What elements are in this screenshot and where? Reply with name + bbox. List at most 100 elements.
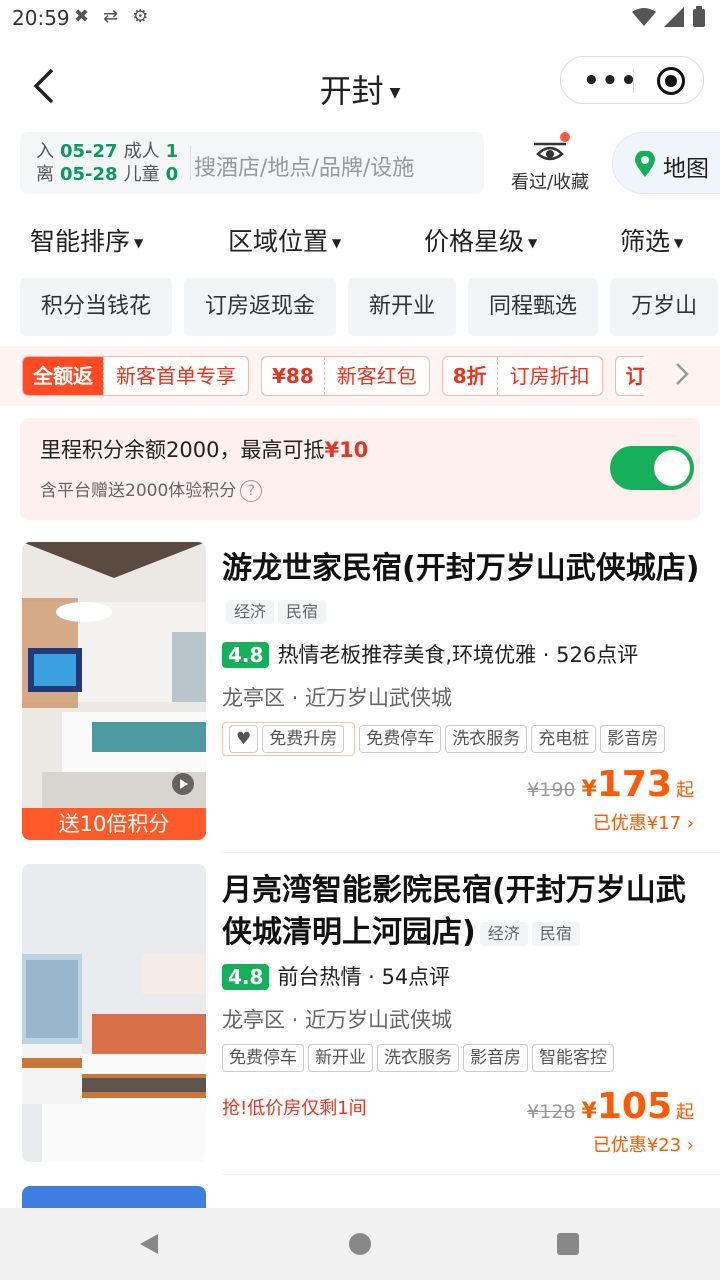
points-sub: 含平台赠送2000体验积分 xyxy=(40,481,237,501)
promo-strip: 全额返 新客首单专享 ¥88 新客红包 8折 订房折扣订 xyxy=(0,346,720,406)
caret-down-icon: ▼ xyxy=(389,85,401,101)
recents-nav-icon[interactable] xyxy=(556,1232,580,1256)
caret-down-icon: ▼ xyxy=(674,236,684,250)
city-name: 开封 xyxy=(319,72,384,110)
hotel-location: 龙亭区 · 近万岁山武侠城 xyxy=(222,686,453,710)
date-guest-selector[interactable]: 入 05-27 成人 1 离 05-28 儿童 0 xyxy=(36,140,184,186)
sort-area[interactable]: 区域位置 ▼ xyxy=(228,222,341,258)
room-photo xyxy=(22,864,206,1162)
tag-economy: 经济 xyxy=(226,599,275,624)
map-button[interactable]: 地图 xyxy=(612,132,720,194)
original-price: ¥190 xyxy=(527,779,576,801)
more-icon[interactable]: ••• xyxy=(583,66,639,96)
hotel-card[interactable]: 月亮湾智能影院民宿(开封万岁山武侠城清明上河园店) 经济 民宿 4.8 前台热情 · … xyxy=(0,864,720,1175)
facility-tag: 充电桩 xyxy=(531,725,597,753)
hotel-name: 月亮湾智能影院民宿(开封万岁山武侠城清明上河园店) xyxy=(222,873,686,950)
next-hotel-photo[interactable] xyxy=(22,1186,206,1208)
saved-amount: 已优惠¥23 › xyxy=(592,1135,694,1156)
promo-red-packet[interactable]: ¥88 新客红包 xyxy=(261,356,430,396)
promo-more[interactable]: 订 xyxy=(614,356,644,396)
current-price: 105 xyxy=(596,1086,672,1127)
caret-down-icon: ▼ xyxy=(528,236,538,250)
tag-economy: 经济 xyxy=(479,921,528,946)
rating-score: 4.8 xyxy=(222,642,270,668)
sort-price-star[interactable]: 价格星级 ▼ xyxy=(424,222,537,258)
price-block: ¥190 ¥173 起 已优惠¥17 › xyxy=(527,764,694,834)
facility-tag: 新开业 xyxy=(308,1044,373,1072)
signal-icon xyxy=(664,7,684,27)
adults-count: 1 xyxy=(165,141,179,162)
hotel-card[interactable]: 送10倍积分 游龙世家民宿(开封万岁山武侠城店) 经济 民宿 4.8 热情老板推荐美食… xyxy=(0,542,720,853)
facility-tag: 影音房 xyxy=(463,1044,528,1072)
search-box[interactable]: 入 05-27 成人 1 离 05-28 儿童 0 搜酒店/地点/品牌/设施 xyxy=(20,132,484,194)
sort-bar: 智能排序 ▼ 区域位置 ▼ 价格星级 ▼ 筛选 ▼ xyxy=(0,218,720,264)
caret-down-icon: ▼ xyxy=(134,236,144,250)
points-toggle[interactable] xyxy=(610,446,694,490)
saved-amount: 已优惠¥17 › xyxy=(592,813,694,834)
facility-tag: 洗衣服务 xyxy=(445,725,528,753)
original-price: ¥128 xyxy=(527,1101,576,1123)
hotel-name: 游龙世家民宿(开封万岁山武侠城店) xyxy=(222,551,700,586)
facility-tag: 免费停车 xyxy=(222,1044,304,1072)
data-icon: ⇄ xyxy=(103,6,119,27)
points-text: 里程积分余额2000，最高可抵 xyxy=(40,438,325,462)
facility-tag: 影音房 xyxy=(600,725,666,753)
review-summary: 热情老板推荐美食,环境优雅 · 526点评 xyxy=(277,643,639,667)
current-price: 173 xyxy=(596,764,672,805)
location-pin-icon xyxy=(635,151,655,177)
facility-tag: 洗衣服务 xyxy=(377,1044,459,1072)
status-time: 20:59 xyxy=(12,6,70,30)
hotel-photo[interactable] xyxy=(22,864,206,1162)
room-photo xyxy=(22,542,206,840)
battery-icon xyxy=(693,6,705,27)
seen-favorites-button[interactable]: 看过/收藏 xyxy=(500,132,600,194)
points-card: 里程积分余额2000，最高可抵¥10 含平台赠送2000体验积分? xyxy=(20,418,700,520)
promo-discount[interactable]: 8折 订房折扣 xyxy=(441,356,603,396)
points-amount: ¥10 xyxy=(324,438,369,462)
home-nav-icon[interactable] xyxy=(348,1232,372,1256)
tag-homestay: 民宿 xyxy=(531,921,580,946)
wifi-icon xyxy=(632,8,656,26)
checkout-date: 05-28 xyxy=(60,164,118,185)
back-nav-icon[interactable] xyxy=(138,1232,160,1256)
close-target-icon[interactable] xyxy=(657,67,685,95)
help-icon[interactable]: ? xyxy=(240,480,263,502)
chip-points[interactable]: 积分当钱花 xyxy=(20,278,173,336)
status-bar: 20:59 ✖ ⇄ ⚙ xyxy=(0,0,720,38)
quick-filter-chips: 积分当钱花 订房返现金 新开业 同程甄选 万岁山 xyxy=(20,278,720,336)
tools-icon: ✖ xyxy=(74,6,90,27)
rating-score: 4.8 xyxy=(222,964,270,990)
notification-dot xyxy=(560,132,570,142)
checkin-date: 05-27 xyxy=(60,141,118,162)
hotel-location: 龙亭区 · 近万岁山武侠城 xyxy=(222,1008,453,1032)
chip-new[interactable]: 新开业 xyxy=(348,278,457,336)
system-nav-bar xyxy=(0,1208,720,1280)
chevron-right-icon: › xyxy=(681,1135,694,1156)
review-summary: 前台热情 · 54点评 xyxy=(277,965,451,989)
photo-badge: 送10倍积分 xyxy=(22,808,206,840)
price-block: ¥128 ¥105 起 已优惠¥23 › xyxy=(527,1086,694,1156)
facility-tags: ♥ 免费升房 免费停车 洗衣服务 充电桩 影音房 xyxy=(222,722,700,756)
top-nav: 开封 ▼ ••• xyxy=(0,48,720,128)
urgent-notice: 抢!低价房仅剩1间 xyxy=(222,1098,367,1119)
gear-icon: ⚙ xyxy=(132,6,149,27)
miniapp-capsule: ••• xyxy=(560,56,704,104)
heart-icon: ♥ xyxy=(229,725,259,753)
children-count: 0 xyxy=(165,164,179,185)
hotel-photo[interactable]: 送10倍积分 xyxy=(22,542,206,840)
facility-tag: ♥ 免费升房 xyxy=(222,722,356,756)
promo-full-return[interactable]: 全额返 新客首单专享 xyxy=(22,356,249,396)
facility-tag: 智能客控 xyxy=(532,1044,614,1072)
sort-smart[interactable]: 智能排序 ▼ xyxy=(30,222,143,258)
chip-wansuishan[interactable]: 万岁山 xyxy=(610,278,719,336)
facility-tag: 免费停车 xyxy=(359,725,442,753)
facility-tags: 免费停车 新开业 洗衣服务 影音房 智能客控 xyxy=(222,1044,700,1072)
chip-selected[interactable]: 同程甄选 xyxy=(468,278,599,336)
sort-filter[interactable]: 筛选 ▼ xyxy=(620,222,683,258)
tag-homestay: 民宿 xyxy=(278,599,327,624)
caret-down-icon: ▼ xyxy=(332,236,342,250)
chevron-right-icon: › xyxy=(681,813,694,834)
chevron-right-icon[interactable] xyxy=(672,360,692,388)
search-input[interactable]: 搜酒店/地点/品牌/设施 xyxy=(194,150,414,182)
chip-cashback[interactable]: 订房返现金 xyxy=(184,278,337,336)
